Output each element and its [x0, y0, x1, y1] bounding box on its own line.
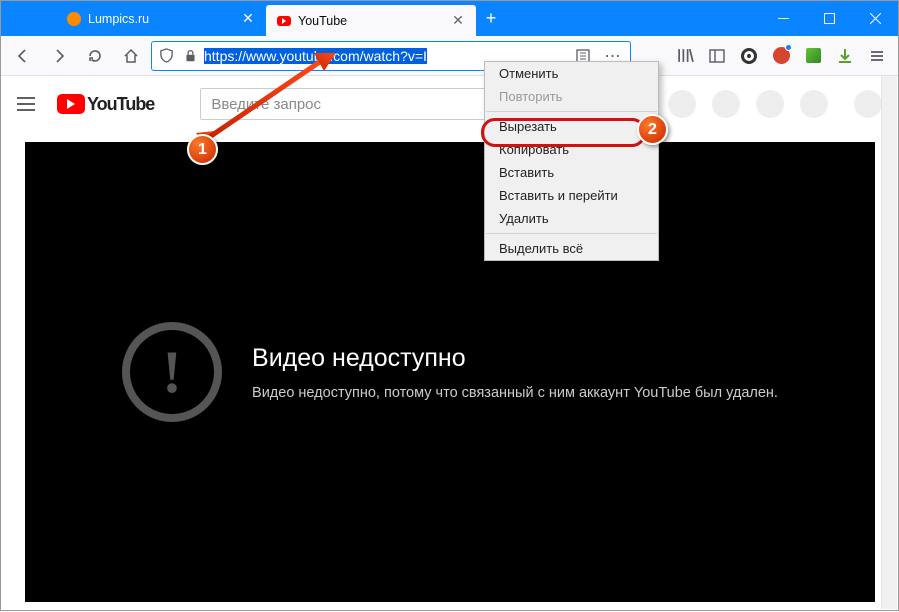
- reload-button[interactable]: [79, 40, 111, 72]
- new-tab-button[interactable]: +: [476, 1, 506, 36]
- favicon-lumpics: [66, 11, 82, 27]
- home-button[interactable]: [115, 40, 147, 72]
- sidebar-icon[interactable]: [702, 41, 732, 71]
- window-titlebar: Lumpics.ru ✕ YouTube ✕ +: [1, 1, 898, 36]
- close-window-button[interactable]: [852, 1, 898, 36]
- minimize-button[interactable]: [760, 1, 806, 36]
- error-title: Видео недоступно: [252, 344, 778, 373]
- skeleton-circle: [712, 90, 740, 118]
- ext-icon-3[interactable]: [798, 41, 828, 71]
- ctx-undo[interactable]: Отменить: [485, 62, 658, 85]
- annotation-marker-1: 1: [187, 134, 218, 165]
- header-skeleton: [668, 90, 882, 118]
- annotation-arrow: [196, 53, 336, 148]
- tab-youtube[interactable]: YouTube ✕: [266, 5, 476, 36]
- skeleton-circle: [854, 90, 882, 118]
- ctx-delete[interactable]: Удалить: [485, 207, 658, 230]
- page-content: ! Видео недоступно Видео недоступно, пот…: [1, 132, 898, 612]
- ext-icon-4[interactable]: [830, 41, 860, 71]
- tab-close-button[interactable]: ✕: [240, 11, 256, 27]
- skeleton-circle: [668, 90, 696, 118]
- back-button[interactable]: [7, 40, 39, 72]
- ctx-paste[interactable]: Вставить: [485, 161, 658, 184]
- error-message: Видео недоступно, потому что связанный с…: [252, 385, 778, 401]
- forward-button[interactable]: [43, 40, 75, 72]
- library-icon[interactable]: [670, 41, 700, 71]
- tracking-shield-icon[interactable]: [156, 48, 176, 63]
- ctx-paste-go[interactable]: Вставить и перейти: [485, 184, 658, 207]
- vertical-scrollbar[interactable]: [881, 76, 897, 609]
- skeleton-circle: [800, 90, 828, 118]
- browser-toolbar: https://www.youtube.com/watch?v=I ⋯: [1, 36, 898, 76]
- window-controls: [760, 1, 898, 36]
- guide-menu-button[interactable]: [17, 92, 41, 116]
- exclamation-icon: !: [122, 322, 222, 422]
- ext-icon-2[interactable]: [766, 41, 796, 71]
- video-player-error: ! Видео недоступно Видео недоступно, пот…: [25, 142, 875, 602]
- youtube-wordmark: YouTube: [87, 94, 154, 115]
- context-menu: Отменить Повторить Вырезать Копировать В…: [484, 61, 659, 261]
- ctx-select-all[interactable]: Выделить всё: [485, 237, 658, 260]
- youtube-header: YouTube Введите запрос: [1, 76, 898, 132]
- tab-title: Lumpics.ru: [88, 12, 149, 26]
- annotation-marker-2: 2: [637, 114, 668, 145]
- annotation-ring-copy: [481, 118, 646, 147]
- toolbar-extensions: [670, 41, 892, 71]
- maximize-button[interactable]: [806, 1, 852, 36]
- separator: [486, 233, 657, 234]
- skeleton-circle: [756, 90, 784, 118]
- separator: [486, 111, 657, 112]
- tab-title: YouTube: [298, 14, 347, 28]
- tab-close-button[interactable]: ✕: [450, 13, 466, 29]
- app-menu-button[interactable]: [862, 41, 892, 71]
- youtube-play-icon: [57, 94, 85, 114]
- tab-lumpics[interactable]: Lumpics.ru ✕: [56, 1, 266, 36]
- ext-icon-1[interactable]: [734, 41, 764, 71]
- ctx-redo: Повторить: [485, 85, 658, 108]
- favicon-youtube: [276, 13, 292, 29]
- youtube-logo[interactable]: YouTube: [57, 94, 154, 115]
